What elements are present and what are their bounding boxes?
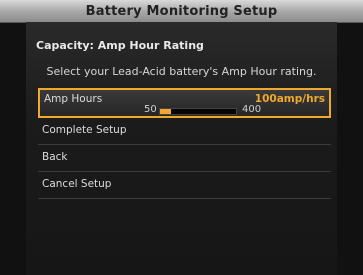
setup-panel: Capacity: Amp Hour Rating Select your Le… xyxy=(26,22,337,275)
menu-list: Amp Hours 100amp/hrs 50 400 Complete Set… xyxy=(38,88,331,199)
slider-fill xyxy=(160,109,171,114)
complete-setup-label: Complete Setup xyxy=(42,124,127,136)
screen: Battery Monitoring Setup Capacity: Amp H… xyxy=(0,0,363,275)
window-title: Battery Monitoring Setup xyxy=(85,3,278,19)
cancel-setup-label: Cancel Setup xyxy=(42,178,112,190)
title-bar: Battery Monitoring Setup xyxy=(0,0,363,23)
instruction-text: Select your Lead-Acid battery's Amp Hour… xyxy=(46,65,317,78)
slider-max-label: 400 xyxy=(242,104,262,115)
menu-item-complete-setup[interactable]: Complete Setup xyxy=(38,118,331,145)
menu-item-amp-hours[interactable]: Amp Hours 100amp/hrs 50 400 xyxy=(38,88,331,118)
back-label: Back xyxy=(42,151,68,163)
section-heading: Capacity: Amp Hour Rating xyxy=(36,39,204,52)
slider-min-label: 50 xyxy=(144,104,157,115)
amp-hours-slider[interactable]: 50 400 xyxy=(144,104,304,116)
amp-hours-label: Amp Hours xyxy=(44,93,103,105)
menu-item-cancel-setup[interactable]: Cancel Setup xyxy=(38,172,331,199)
slider-track[interactable] xyxy=(159,108,237,115)
menu-item-back[interactable]: Back xyxy=(38,145,331,172)
